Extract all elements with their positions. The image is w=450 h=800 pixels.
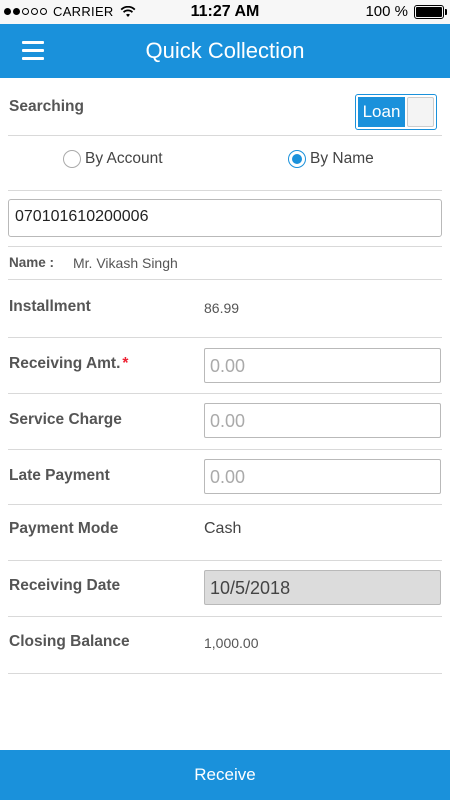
radio-by-account[interactable]: By Account (63, 150, 163, 168)
late-payment-input[interactable]: 0.00 (204, 459, 441, 494)
radio-circle-account (63, 150, 81, 168)
required-mark: * (122, 355, 129, 372)
payment-mode-label: Payment Mode (9, 520, 119, 537)
account-row: 070101610200006 (8, 191, 442, 247)
closing-balance-row: Closing Balance 1,000.00 (8, 617, 442, 674)
receiving-amt-input[interactable]: 0.00 (204, 348, 441, 383)
receiving-amt-row: Receiving Amt. * 0.00 (8, 338, 442, 394)
receive-button[interactable]: Receive (0, 750, 450, 800)
toggle-knob (407, 97, 434, 127)
late-payment-label: Late Payment (9, 467, 110, 484)
page-title: Quick Collection (145, 38, 305, 63)
payment-mode-row: Payment Mode Cash (8, 505, 442, 561)
late-payment-row: Late Payment 0.00 (8, 450, 442, 505)
radio-by-name[interactable]: By Name (288, 150, 374, 168)
installment-value: 86.99 (204, 300, 240, 316)
status-bar: CARRIER 11:27 AM 100 % (0, 0, 450, 24)
receiving-amt-label: Receiving Amt. * (9, 355, 128, 373)
search-mode-row: By Account By Name (8, 136, 442, 191)
service-charge-row: Service Charge 0.00 (8, 394, 442, 450)
closing-balance-label: Closing Balance (9, 633, 130, 650)
name-label: Name : (9, 255, 55, 270)
radio-circle-name (288, 150, 306, 168)
service-charge-input[interactable]: 0.00 (204, 403, 441, 438)
service-charge-label: Service Charge (9, 411, 122, 428)
battery-fill (416, 6, 442, 17)
installment-row: Installment 86.99 (8, 280, 442, 338)
receiving-amt-text: Receiving Amt. (9, 355, 121, 372)
customer-name: Mr. Vikash Singh (73, 255, 178, 271)
battery-status: 100 % (365, 3, 447, 20)
receiving-date-input[interactable]: 10/5/2018 (204, 570, 441, 605)
loan-toggle[interactable]: Loan (355, 94, 437, 130)
receiving-date-label: Receiving Date (9, 577, 121, 594)
receiving-date-row: Receiving Date 10/5/2018 (8, 561, 442, 617)
closing-balance-value: 1,000.00 (204, 635, 259, 651)
radio-label-name: By Name (310, 150, 374, 167)
battery-icon (414, 4, 447, 19)
account-number-input[interactable]: 070101610200006 (8, 199, 442, 237)
radio-label-account: By Account (85, 150, 163, 167)
searching-label: Searching (9, 98, 84, 115)
searching-row: Searching Loan (8, 78, 442, 136)
name-row: Name : Mr. Vikash Singh (8, 247, 442, 280)
installment-label: Installment (9, 298, 91, 315)
battery-percent: 100 % (365, 3, 408, 20)
payment-mode-value[interactable]: Cash (204, 520, 241, 538)
app-header: Quick Collection (0, 24, 450, 78)
toggle-label: Loan (358, 97, 405, 127)
